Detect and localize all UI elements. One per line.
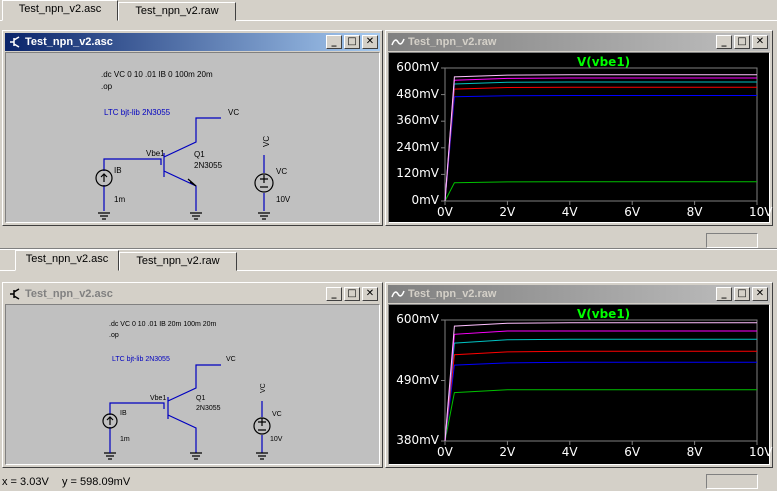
bottom-plot-canvas[interactable]: V(vbe1) 600mV 490mV 380mV 0V 2V 4V 6V 8V 10V [388,304,772,465]
window-title: Test_npn_v2.raw [408,288,497,300]
close-button[interactable]: ✕ [752,35,768,49]
trace-line-2 [444,350,757,442]
bottom-tabbar: Test_npn_v2.asc Test_npn_v2.raw [0,250,777,271]
top-plot-titlebar[interactable]: Test_npn_v2.raw _ □ ✕ [388,33,770,51]
plot-area [441,67,758,205]
trace-line-0 [444,181,757,202]
status-field [706,474,758,489]
plot-area [441,319,758,445]
close-button[interactable]: ✕ [362,35,378,49]
maximize-button[interactable]: □ [344,35,360,49]
window-title: Test_npn_v2.asc [25,36,113,48]
bottom-schematic-window: Test_npn_v2.asc _ □ ✕ .dc VC 0 10 .01 IB… [2,282,383,468]
minimize-button[interactable]: _ [326,287,342,301]
trace-line-4 [444,330,757,442]
schematic-icon [10,288,20,300]
top-tabbar: Test_npn_v2.asc Test_npn_v2.raw [0,0,777,21]
tab-bottom-raw[interactable]: Test_npn_v2.raw [119,252,237,271]
top-schematic-titlebar[interactable]: Test_npn_v2.asc _ □ ✕ [5,33,380,51]
cursor-x-readout: x = 3.03V [2,476,49,488]
bottom-schematic-titlebar[interactable]: Test_npn_v2.asc _ □ ✕ [5,285,380,303]
status-bar: x = 3.03V y = 598.09mV [0,473,777,491]
maximize-button[interactable]: □ [734,35,750,49]
plot-frame [444,319,758,442]
close-button[interactable]: ✕ [362,287,378,301]
schematic-icon [10,36,20,48]
trace-line-0 [444,389,757,442]
minimize-button[interactable]: _ [326,35,342,49]
schematic-wires [102,364,271,460]
top-plot-canvas[interactable]: V(vbe1) 600mV 480mV 360mV 240mV 120mV 0mV 0V 2… [388,52,772,223]
tab-top-raw[interactable]: Test_npn_v2.raw [118,2,236,21]
window-title: Test_npn_v2.asc [25,288,113,300]
waveform-icon [391,38,405,46]
top-schematic-window: Test_npn_v2.asc _ □ ✕ .dc VC 0 10 .01 IB… [2,30,383,226]
window-title: Test_npn_v2.raw [408,36,497,48]
tab-top-asc[interactable]: Test_npn_v2.asc [2,0,118,21]
minimize-button[interactable]: _ [716,287,732,301]
maximize-button[interactable]: □ [734,287,750,301]
trace-line-2 [444,86,757,202]
bottom-plot-titlebar[interactable]: Test_npn_v2.raw _ □ ✕ [388,285,770,303]
close-button[interactable]: ✕ [752,287,768,301]
tab-bottom-asc[interactable]: Test_npn_v2.asc [15,250,119,271]
trace-line-3 [444,81,757,202]
top-plot-window: Test_npn_v2.raw _ □ ✕ V(vbe1) 600mV 480mV… [385,30,773,226]
cursor-y-readout: y = 598.09mV [62,476,131,488]
trace-line-1 [444,361,757,442]
bottom-schematic-canvas[interactable]: .dc VC 0 10 .01 IB 20m 100m 20m .op LTC … [5,304,380,465]
waveform-icon [391,290,405,298]
top-status-field [706,233,758,248]
schematic-wires [95,117,274,220]
maximize-button[interactable]: □ [344,287,360,301]
bottom-plot-window: Test_npn_v2.raw _ □ ✕ V(vbe1) 600mV 490mV… [385,282,773,468]
trace-line-1 [444,95,757,202]
top-schematic-canvas[interactable]: .dc VC 0 10 .01 IB 0 100m 20m .op LTC bj… [5,52,380,223]
minimize-button[interactable]: _ [716,35,732,49]
